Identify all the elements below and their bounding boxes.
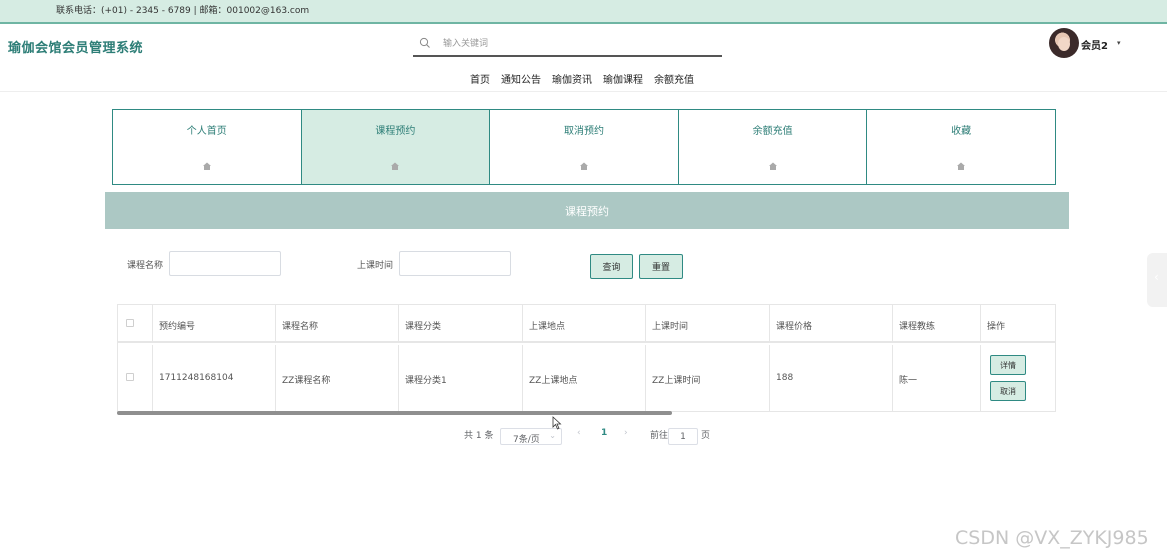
cell-category: 课程分类1 <box>405 376 447 386</box>
course-name-input[interactable] <box>169 251 281 276</box>
page-size-select[interactable]: 7条/页 ⌄ <box>500 428 562 445</box>
top-contact-bar: 联系电话：(+01) - 2345 - 6789 | 邮箱：001002@163… <box>0 0 1167 24</box>
course-name-label: 课程名称 <box>127 261 164 271</box>
page-size-value: 7条/页 <box>513 435 540 445</box>
cancel-button[interactable]: 取消 <box>990 381 1026 401</box>
table-header: 课程价格 <box>770 305 893 341</box>
tab-label: 余额充值 <box>752 126 793 137</box>
cell-location: ZZ上课地点 <box>529 376 578 386</box>
chevron-down-icon: ⌄ <box>549 431 556 440</box>
page-number-current[interactable]: 1 <box>601 428 607 438</box>
table-header: 操作 <box>981 305 1055 341</box>
detail-button[interactable]: 详情 <box>990 355 1026 375</box>
nav-divider <box>0 91 1167 92</box>
table-row: 1711248168104 ZZ课程名称 课程分类1 ZZ上课地点 ZZ上课时间… <box>118 345 1055 411</box>
row-select-cell <box>118 345 153 411</box>
home-icon <box>579 162 588 170</box>
tab-personal-home[interactable]: 个人首页 <box>112 109 302 185</box>
member-center-tabs: 个人首页 课程预约 取消预约 余额充值 收藏 <box>112 109 1056 185</box>
nav-notices[interactable]: 通知公告 <box>501 71 541 86</box>
table-header: 课程分类 <box>399 305 523 341</box>
nav-yoga-courses[interactable]: 瑜伽课程 <box>603 71 643 86</box>
select-all-checkbox[interactable] <box>126 319 134 327</box>
user-name[interactable]: 会员2 <box>1081 37 1108 52</box>
goto-label: 前往 <box>650 431 669 441</box>
table-cell: ZZ上课地点 <box>523 345 646 411</box>
user-avatar[interactable] <box>1049 28 1079 58</box>
cell-booking-id: 1711248168104 <box>159 373 234 383</box>
row-checkbox[interactable] <box>126 373 134 381</box>
header-select-cell <box>118 305 153 341</box>
page-suffix: 页 <box>701 431 711 441</box>
section-header: 课程预约 <box>105 192 1069 229</box>
nav-home[interactable]: 首页 <box>470 71 490 86</box>
table-cell: 课程分类1 <box>399 345 523 411</box>
tab-label: 个人首页 <box>186 126 227 137</box>
chevron-left-icon: ‹ <box>1154 270 1159 284</box>
header-location: 上课地点 <box>529 322 566 332</box>
home-icon <box>391 162 400 170</box>
home-icon <box>957 162 966 170</box>
table-header: 预约编号 <box>153 305 276 341</box>
actions-cell: 详情 取消 <box>981 345 1055 411</box>
header-booking-id: 预约编号 <box>159 322 196 332</box>
table-header: 课程名称 <box>276 305 399 341</box>
table-header: 课程教练 <box>893 305 981 341</box>
search-input[interactable] <box>443 35 713 53</box>
class-time-label: 上课时间 <box>357 261 394 271</box>
site-title[interactable]: 瑜伽会馆会员管理系统 <box>8 37 143 56</box>
table-cell: ZZ课程名称 <box>276 345 399 411</box>
table-cell: 陈一 <box>893 345 981 411</box>
reset-button[interactable]: 重置 <box>639 254 683 279</box>
header-category: 课程分类 <box>405 322 442 332</box>
tab-favorites[interactable]: 收藏 <box>866 109 1056 185</box>
table-header: 上课时间 <box>646 305 770 341</box>
nav-balance-recharge[interactable]: 余额充值 <box>654 71 694 86</box>
table-cell: ZZ上课时间 <box>646 345 770 411</box>
table-cell: 1711248168104 <box>153 345 276 411</box>
watermark: CSDN @VX_ZYKJ985 <box>955 527 1149 549</box>
header-coach: 课程教练 <box>899 322 936 332</box>
booking-table: 预约编号 课程名称 课程分类 上课地点 上课时间 课程价格 课程教练 操作 17… <box>117 304 1056 412</box>
tab-label: 课程预约 <box>375 126 416 137</box>
cell-coach: 陈一 <box>899 376 918 386</box>
cell-price: 188 <box>776 373 794 383</box>
tab-course-booking[interactable]: 课程预约 <box>300 109 491 185</box>
cell-time: ZZ上课时间 <box>652 376 701 386</box>
main-nav: 首页 通知公告 瑜伽资讯 瑜伽课程 余额充值 <box>470 71 694 86</box>
search-icon[interactable] <box>419 37 431 49</box>
home-icon <box>768 162 777 170</box>
search-bar[interactable] <box>413 33 722 57</box>
user-menu-caret-icon[interactable]: ▾ <box>1117 39 1121 47</box>
pagination-total: 共 1 条 <box>464 431 494 441</box>
table-header: 上课地点 <box>523 305 646 341</box>
tab-cancel-booking[interactable]: 取消预约 <box>489 109 679 185</box>
tab-label: 取消预约 <box>563 126 604 137</box>
header-course-name: 课程名称 <box>282 322 319 332</box>
header-time: 上课时间 <box>652 322 689 332</box>
cell-course-name: ZZ课程名称 <box>282 376 331 386</box>
table-horizontal-scrollbar[interactable] <box>117 411 672 415</box>
table-header-row: 预约编号 课程名称 课程分类 上课地点 上课时间 课程价格 课程教练 操作 <box>118 305 1055 343</box>
contact-info: 联系电话：(+01) - 2345 - 6789 | 邮箱：001002@163… <box>56 6 310 16</box>
table-cell: 188 <box>770 345 893 411</box>
prev-page-icon[interactable]: ‹ <box>577 428 581 438</box>
section-title: 课程预约 <box>565 205 609 218</box>
class-time-input[interactable] <box>399 251 511 276</box>
next-page-icon[interactable]: › <box>624 428 628 438</box>
query-button[interactable]: 查询 <box>590 254 633 279</box>
header-actions: 操作 <box>987 322 1006 332</box>
header-price: 课程价格 <box>776 322 813 332</box>
goto-page-input[interactable]: 1 <box>668 428 698 445</box>
home-icon <box>202 162 211 170</box>
mouse-cursor-icon <box>552 416 562 430</box>
side-drawer-handle[interactable]: ‹ <box>1147 253 1167 307</box>
tab-label: 收藏 <box>951 126 972 137</box>
nav-yoga-news[interactable]: 瑜伽资讯 <box>552 71 592 86</box>
tab-balance-recharge[interactable]: 余额充值 <box>677 109 868 185</box>
